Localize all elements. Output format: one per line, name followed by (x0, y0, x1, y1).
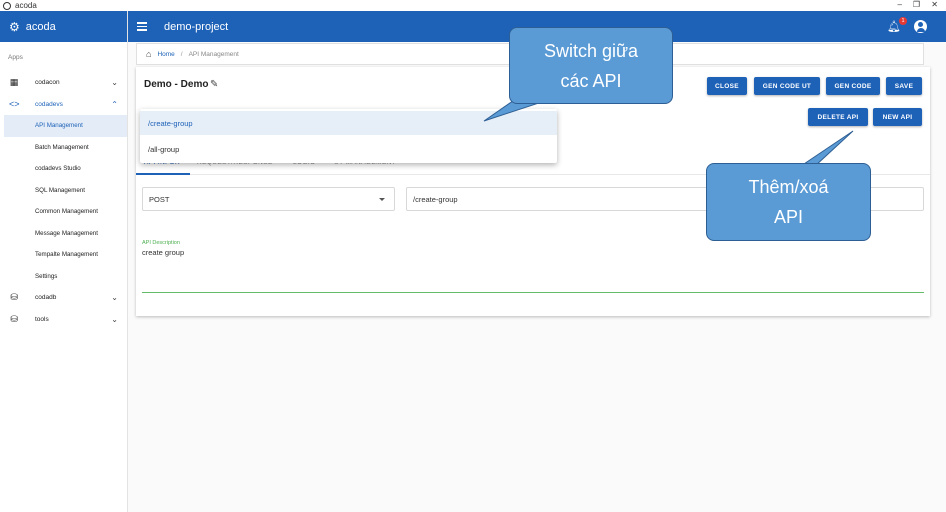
window-titlebar: acoda – ❐ ✕ (0, 0, 946, 11)
code-icon: <> (9, 99, 20, 110)
sidebar-item-label: codacon (35, 79, 60, 87)
sidebar-item-sql-management[interactable]: SQL Management (0, 180, 127, 202)
breadcrumb-current: API Management (188, 50, 239, 58)
sidebar-item-template-management[interactable]: Tempalte Management (0, 244, 127, 266)
close-button[interactable]: CLOSE (707, 77, 747, 95)
app-icon (3, 1, 11, 10)
sidebar-item-codadevs-studio[interactable]: codadevs Studio (0, 158, 127, 180)
minimize-button[interactable]: – (898, 0, 902, 9)
method-select[interactable]: POST (142, 187, 395, 211)
dropdown-option-all-group[interactable]: /all-group (140, 137, 557, 161)
caret-down-icon (379, 198, 385, 201)
sidebar-item-common-management[interactable]: Common Management (0, 201, 127, 223)
menu-icon[interactable] (137, 20, 147, 33)
breadcrumb-separator: / (180, 50, 183, 58)
sidebar-item-settings[interactable]: Settings (0, 266, 127, 288)
switch-api-callout: Switch giữa các API (509, 27, 673, 104)
callout-line: các API (560, 70, 622, 91)
project-title: demo-project (164, 20, 229, 33)
window-title: acoda (15, 1, 37, 10)
sidebar-item-tools[interactable]: ⛁ tools ⌄ (0, 309, 127, 331)
gen-code-ut-button[interactable]: GEN CODE UT (754, 77, 820, 95)
brand-name: acoda (25, 20, 56, 33)
dropdown-option-create-group[interactable]: /create-group (140, 111, 557, 135)
chevron-down-icon: ⌄ (111, 293, 118, 303)
sidebar-item-label: codadb (35, 294, 57, 302)
brand-header[interactable]: ⚙ acoda (0, 11, 127, 42)
home-icon[interactable]: ⌂ (146, 49, 151, 59)
description-underline (142, 292, 924, 293)
api-switcher-dropdown: /create-group /all-group (140, 109, 557, 163)
active-tab-indicator (136, 173, 190, 175)
apps-section-label: Apps (8, 54, 23, 61)
chevron-down-icon: ⌄ (111, 78, 118, 88)
new-api-button[interactable]: NEW API (873, 108, 922, 126)
sidebar-item-codadb[interactable]: ⛁ codadb ⌄ (0, 287, 127, 309)
chevron-down-icon: ⌄ (111, 314, 118, 324)
delete-api-button[interactable]: DELETE API (808, 108, 868, 126)
sidebar-item-message-management[interactable]: Message Management (0, 223, 127, 245)
callout-line: Switch giữa (543, 40, 639, 61)
notification-badge: 1 (899, 17, 907, 25)
grid-icon: ▦ (9, 77, 19, 88)
path-value: /create-group (413, 194, 458, 204)
page-title: Demo - Demo (144, 79, 209, 90)
breadcrumb-home[interactable]: Home (157, 51, 174, 58)
sidebar-item-codadevs[interactable]: <> codadevs ⌃ (0, 94, 127, 116)
gen-code-button[interactable]: GEN CODE (826, 77, 880, 95)
callout-line: API (773, 207, 803, 227)
database-icon: ⛁ (10, 313, 18, 324)
method-value: POST (149, 194, 170, 204)
sidebar-item-api-management[interactable]: API Management (4, 115, 127, 137)
pencil-icon[interactable]: ✎ (210, 79, 218, 90)
sidebar-item-codacon[interactable]: ▦ codacon ⌄ (0, 72, 127, 94)
sidebar-item-batch-management[interactable]: Batch Management (0, 137, 127, 159)
save-button[interactable]: SAVE (886, 77, 922, 95)
sidebar: ⚙ acoda Apps ▦ codacon ⌄ <> codadevs ⌃ A… (0, 11, 128, 512)
sidebar-item-label: codadevs (35, 100, 63, 108)
add-remove-api-callout: Thêm/xoá API (706, 163, 871, 241)
database-icon: ⛁ (10, 292, 18, 303)
gear-icon: ⚙ (9, 19, 20, 34)
callout-line: Thêm/xoá (748, 177, 829, 197)
window-close-button[interactable]: ✕ (931, 0, 938, 9)
account-icon[interactable] (914, 20, 927, 33)
chevron-up-icon: ⌃ (111, 99, 118, 109)
sidebar-item-label: tools (35, 315, 49, 323)
description-label: API Description (142, 240, 180, 246)
description-input[interactable]: create group (142, 248, 184, 257)
restore-button[interactable]: ❐ (913, 0, 920, 9)
